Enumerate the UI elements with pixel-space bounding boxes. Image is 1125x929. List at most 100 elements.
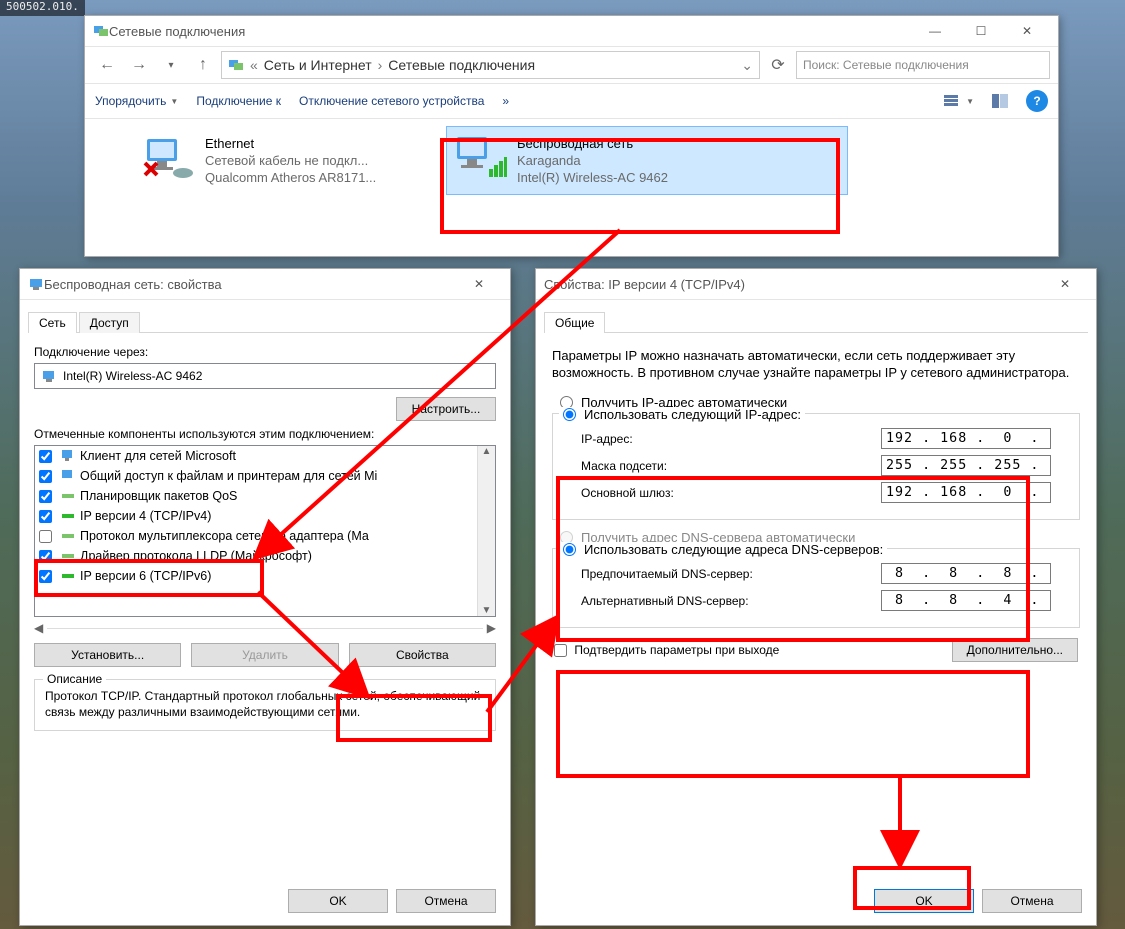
remove-button: Удалить — [191, 643, 338, 667]
list-item: Общий доступ к файлам и принтерам для се… — [35, 466, 495, 486]
ip-label: IP-адрес: — [581, 432, 633, 446]
connect-to-button[interactable]: Подключение к — [196, 94, 281, 108]
explorer-toolbar: Упорядочить▼ Подключение к Отключение се… — [85, 84, 1058, 119]
forward-button[interactable]: → — [125, 51, 153, 79]
ipv4-icon — [60, 508, 76, 524]
ip-input[interactable] — [881, 428, 1051, 449]
client-icon — [60, 448, 76, 464]
props-title: Беспроводная сеть: свойства — [44, 277, 456, 292]
ipv4-tabs: Общие — [544, 308, 1088, 333]
connection-wifi[interactable]: Беспроводная сеть Karaganda Intel(R) Wir… — [447, 127, 847, 194]
maximize-button[interactable]: ☐ — [958, 16, 1004, 46]
ipv4-ok-button[interactable]: OK — [874, 889, 974, 913]
explorer-title: Сетевые подключения — [109, 24, 912, 39]
props-ok-button[interactable]: OK — [288, 889, 388, 913]
dns2-label: Альтернативный DNS-сервер: — [581, 594, 749, 608]
description-legend: Описание — [43, 672, 106, 686]
qos-icon — [60, 488, 76, 504]
gateway-input[interactable] — [881, 482, 1051, 503]
more-commands[interactable]: » — [502, 94, 509, 108]
organize-menu[interactable]: Упорядочить▼ — [95, 94, 178, 108]
item-checkbox[interactable] — [39, 470, 52, 483]
search-box[interactable]: Поиск: Сетевые подключения — [796, 51, 1050, 79]
tab-general[interactable]: Общие — [544, 312, 605, 333]
share-icon — [60, 468, 76, 484]
props-cancel-button[interactable]: Отмена — [396, 889, 496, 913]
ethernet-adapter: Qualcomm Atheros AR8171... — [205, 169, 376, 186]
address-bar[interactable]: « Сеть и Интернет › Сетевые подключения … — [221, 51, 760, 79]
adapter-icon — [28, 276, 44, 292]
ipv4-properties-dialog: Свойства: IP версии 4 (TCP/IPv4) ✕ Общие… — [535, 268, 1097, 926]
tab-network[interactable]: Сеть — [28, 312, 77, 333]
configure-button[interactable]: Настроить... — [396, 397, 496, 421]
confirm-checkbox[interactable]: Подтвердить параметры при выходе — [554, 643, 779, 657]
search-placeholder: Поиск: Сетевые подключения — [803, 58, 969, 72]
ipv4-close-button[interactable]: ✕ — [1042, 269, 1088, 299]
item-checkbox[interactable] — [39, 550, 52, 563]
list-item: Драйвер протокола LLDP (Майкрософт) — [35, 546, 495, 566]
preview-pane-icon[interactable] — [992, 94, 1008, 108]
gateway-label: Основной шлюз: — [581, 486, 674, 500]
minimize-button[interactable]: — — [912, 16, 958, 46]
breadcrumb-prefix: « — [250, 57, 258, 73]
properties-button[interactable]: Свойства — [349, 643, 496, 667]
dns1-input[interactable] — [881, 563, 1051, 584]
ipv4-intro: Параметры IP можно назначать автоматичес… — [536, 333, 1096, 381]
item-checkbox[interactable] — [39, 510, 52, 523]
radio-use-ip[interactable]: Использовать следующий IP-адрес: — [559, 407, 805, 422]
back-button[interactable]: ← — [93, 51, 121, 79]
adapter-name: Intel(R) Wireless-AC 9462 — [63, 369, 202, 383]
list-item: Клиент для сетей Microsoft — [35, 446, 495, 466]
ipv4-titlebar: Свойства: IP версии 4 (TCP/IPv4) ✕ — [536, 269, 1096, 300]
list-item: Планировщик пакетов QoS — [35, 486, 495, 506]
item-checkbox[interactable] — [39, 570, 52, 583]
refresh-button[interactable]: ⟳ — [764, 51, 792, 79]
view-options-icon[interactable]: ▼ — [944, 94, 974, 108]
mux-icon — [60, 528, 76, 544]
advanced-button[interactable]: Дополнительно... — [952, 638, 1078, 662]
list-item: IP версии 6 (TCP/IPv6) — [35, 566, 495, 586]
connection-ethernet[interactable]: Ethernet Сетевой кабель не подкл... Qual… — [135, 127, 451, 194]
ipv6-icon — [60, 568, 76, 584]
connect-via-label: Подключение через: — [34, 345, 496, 359]
mask-input[interactable] — [881, 455, 1051, 476]
ethernet-icon — [143, 135, 195, 179]
close-button[interactable]: ✕ — [1004, 16, 1050, 46]
install-button[interactable]: Установить... — [34, 643, 181, 667]
tab-access[interactable]: Доступ — [79, 312, 140, 333]
item-checkbox[interactable] — [39, 490, 52, 503]
network-connections-window: Сетевые подключения — ☐ ✕ ← → ▾ ↑ « Сеть… — [84, 15, 1059, 257]
dns1-label: Предпочитаемый DNS-сервер: — [581, 567, 753, 581]
page-watermark: 500502.010. — [0, 0, 85, 16]
wifi-name: Беспроводная сеть — [517, 135, 668, 152]
list-scrollbar[interactable]: ▲▼ — [477, 446, 495, 616]
ethernet-name: Ethernet — [205, 135, 376, 152]
props-close-button[interactable]: ✕ — [456, 269, 502, 299]
item-checkbox[interactable] — [39, 450, 52, 463]
disable-device-button[interactable]: Отключение сетевого устройства — [299, 94, 484, 108]
up-button[interactable]: ↑ — [189, 51, 217, 79]
wifi-properties-dialog: Беспроводная сеть: свойства ✕ Сеть Досту… — [19, 268, 511, 926]
list-item: Протокол мультиплексора сетевого адаптер… — [35, 526, 495, 546]
adapter-field: Intel(R) Wireless-AC 9462 — [34, 363, 496, 389]
breadcrumb-sep: › — [378, 57, 383, 73]
description-text: Протокол TCP/IP. Стандартный протокол гл… — [45, 688, 485, 720]
connections-area: Ethernet Сетевой кабель не подкл... Qual… — [85, 119, 1058, 249]
explorer-titlebar: Сетевые подключения — ☐ ✕ — [85, 16, 1058, 47]
breadcrumb-1[interactable]: Сеть и Интернет — [264, 57, 372, 73]
addr-dropdown-icon[interactable]: ⌄ — [741, 57, 753, 74]
help-icon[interactable]: ? — [1026, 90, 1048, 112]
history-button[interactable]: ▾ — [157, 51, 185, 79]
ipv4-cancel-button[interactable]: Отмена — [982, 889, 1082, 913]
breadcrumb-2[interactable]: Сетевые подключения — [388, 57, 535, 73]
components-list[interactable]: Клиент для сетей Microsoft Общий доступ … — [34, 445, 496, 617]
props-titlebar: Беспроводная сеть: свойства ✕ — [20, 269, 510, 300]
components-label: Отмеченные компоненты используются этим … — [34, 427, 496, 441]
list-item-ipv4: IP версии 4 (TCP/IPv4) — [35, 506, 495, 526]
radio-use-dns[interactable]: Использовать следующие адреса DNS-сервер… — [559, 542, 887, 557]
dns2-input[interactable] — [881, 590, 1051, 611]
horiz-scroll-left[interactable]: ◀ — [34, 621, 43, 635]
network-icon — [93, 23, 109, 39]
horiz-scroll-right[interactable]: ▶ — [487, 621, 496, 635]
item-checkbox[interactable] — [39, 530, 52, 543]
